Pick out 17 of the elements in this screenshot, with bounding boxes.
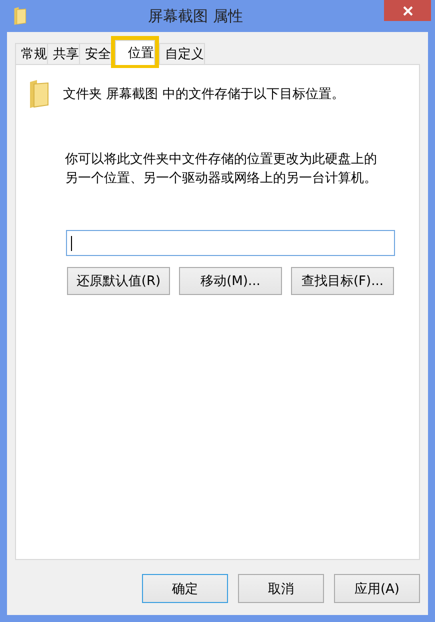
action-button[interactable]: 移动(M)... <box>179 267 282 295</box>
folder-icon <box>13 6 27 26</box>
description-text: 你可以将此文件夹中文件存储的位置更改为此硬盘上的另一个位置、另一个驱动器或网络上的另一台计算机。 <box>65 151 378 188</box>
location-input-field[interactable] <box>66 230 395 256</box>
window-title: 屏幕截图 属性 <box>147 6 244 26</box>
folder-location-text: 文件夹 屏幕截图 中的文件存储于以下目标位置。 <box>63 86 344 103</box>
dialog-button[interactable]: 确定 <box>142 574 228 603</box>
dialog-button[interactable]: 取消 <box>238 574 324 603</box>
action-button[interactable]: 还原默认值(R) <box>67 267 170 295</box>
tab[interactable]: 常规 <box>15 43 48 64</box>
tab[interactable]: 位置 <box>115 40 155 65</box>
tab[interactable]: 自定义 <box>159 43 205 64</box>
close-button[interactable] <box>384 0 431 21</box>
folder-icon <box>28 79 50 109</box>
action-button[interactable]: 查找目标(F)... <box>291 267 394 295</box>
close-icon <box>402 6 412 16</box>
dialog-button[interactable]: 应用(A) <box>334 574 420 603</box>
